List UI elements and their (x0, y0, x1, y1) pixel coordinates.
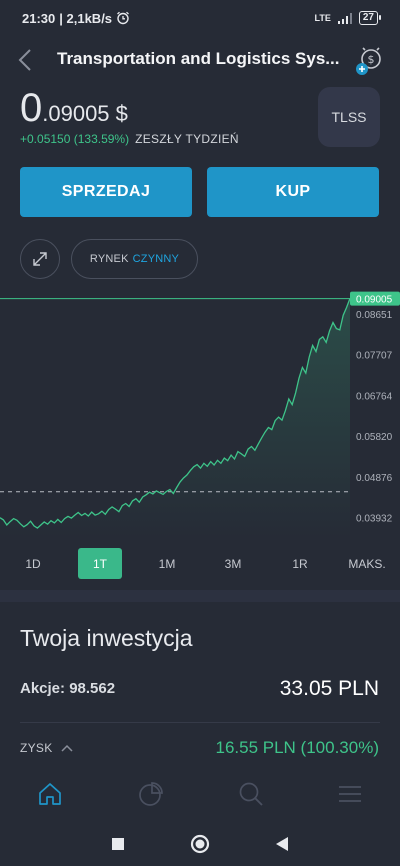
y-axis-ticks: 0.09005 0.08651 0.07707 0.06764 0.05820 0.048… (350, 291, 400, 525)
alarm-icon (117, 11, 129, 25)
market-label: RYNEK (89, 253, 129, 265)
sell-button[interactable]: SPRZEDAJ (20, 167, 192, 217)
nav-home[interactable] (34, 778, 66, 810)
page-title: Transportation and Logistics Sys... (57, 49, 340, 68)
range-selector: 1D 1T 1M 3M 1R MAKS. (0, 548, 400, 580)
investment-value: 33.05 PLN (279, 677, 379, 700)
status-bar: 21:30 | 2,1kB/s LTE 27 (0, 0, 400, 36)
signal-icon (337, 12, 352, 24)
system-nav-bar (0, 822, 400, 866)
change-period: ZESZŁY TYDZIEŃ (135, 132, 239, 146)
profit-toggle[interactable]: ZYSK (20, 741, 73, 755)
status-left: 21:30 | 2,1kB/s (22, 11, 130, 26)
search-icon (239, 782, 263, 806)
buy-button[interactable]: KUP (207, 167, 379, 217)
circle-icon (190, 834, 210, 854)
status-speed: | 2,1kB/s (59, 10, 113, 26)
investment-title: Twoja inwestycja (20, 625, 193, 651)
battery-icon: 27 (358, 11, 382, 25)
price-chart[interactable]: 0.09005 0.08651 0.07707 0.06764 0.05820 0.048… (0, 288, 400, 538)
chevron-left-icon (18, 49, 31, 71)
shares-count: Akcje: 98.562 (20, 680, 116, 697)
y-tick-label: 0.03932 (356, 514, 393, 525)
back-button[interactable] (14, 46, 38, 74)
expand-icon (33, 252, 47, 266)
expand-chart-button[interactable] (20, 239, 60, 279)
profit-value: 16.55 PLN (100.30%) (215, 738, 380, 757)
nav-menu[interactable] (334, 778, 366, 810)
price-alert-icon: $ (356, 47, 381, 75)
range-button[interactable]: 1T (78, 548, 122, 579)
y-tick-label: 0.09005 (356, 295, 393, 306)
y-tick-label: 0.06764 (356, 391, 393, 402)
change-value: +0.05150 (133.59%) (20, 132, 130, 146)
recents-button[interactable] (106, 832, 130, 856)
portfolio-icon (139, 782, 163, 806)
price-alert-button[interactable]: $ (352, 44, 386, 78)
svg-text:$: $ (368, 53, 375, 66)
menu-icon (339, 786, 361, 802)
range-button[interactable]: 3M (211, 548, 255, 579)
nav-search[interactable] (235, 778, 267, 810)
home-icon (39, 783, 61, 805)
status-time: 21:30 (22, 10, 56, 26)
price: 0 .09005 $ (20, 86, 128, 131)
range-button[interactable]: 1D (11, 548, 55, 579)
back-system-button[interactable] (270, 832, 294, 856)
y-tick-label: 0.07707 (356, 351, 393, 362)
price-integer: 0 (20, 86, 43, 130)
range-button[interactable]: MAKS. (345, 548, 389, 579)
chevron-up-icon (61, 744, 73, 752)
triangle-back-icon (276, 837, 288, 851)
price-fraction: .09005 $ (42, 101, 128, 126)
divider (20, 722, 380, 723)
y-tick-label: 0.08651 (356, 310, 393, 321)
range-button[interactable]: 1R (278, 548, 322, 579)
market-status: CZYNNY (132, 253, 180, 265)
section-divider (0, 590, 400, 602)
profit-label: ZYSK (20, 741, 53, 755)
chart-area-fill (0, 298, 350, 538)
square-icon (112, 838, 124, 850)
range-button[interactable]: 1M (145, 548, 189, 579)
status-right: LTE 27 (314, 11, 382, 25)
nav-portfolio[interactable] (134, 778, 166, 810)
ticker-logo: TLSS (318, 87, 380, 147)
network-label: LTE (314, 13, 331, 23)
y-tick-label: 0.04876 (356, 473, 393, 484)
bottom-nav (0, 766, 400, 822)
y-tick-label: 0.05820 (356, 432, 393, 443)
price-change: +0.05150 (133.59%) ZESZŁY TYDZIEŃ (20, 132, 239, 146)
market-status-pill[interactable]: RYNEK CZYNNY (71, 239, 198, 279)
home-system-button[interactable] (188, 832, 212, 856)
header: Transportation and Logistics Sys... $ (0, 40, 400, 80)
